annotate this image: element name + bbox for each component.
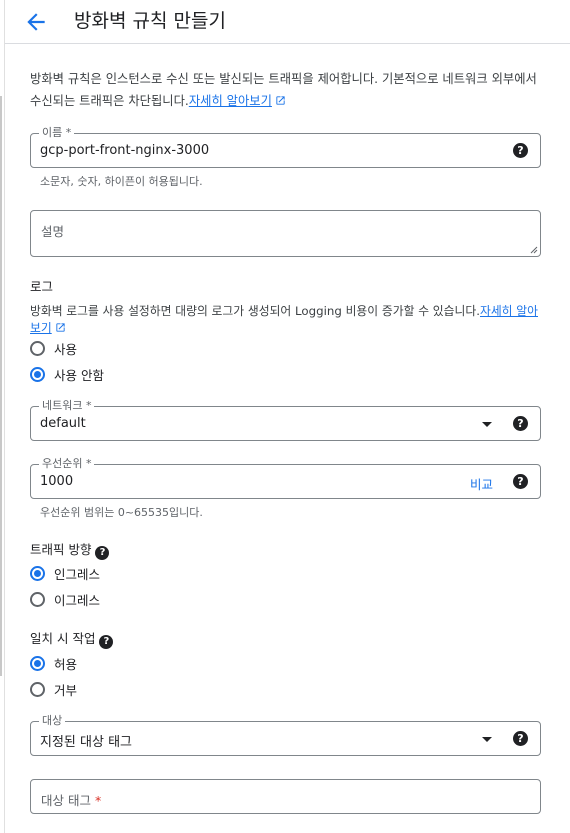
radio-checked-icon[interactable] [30, 366, 45, 382]
help-circle-icon[interactable]: ? [513, 416, 528, 431]
logs-off-radio[interactable]: 사용 안함 [30, 365, 104, 383]
target-select[interactable]: 대상 지정된 대상 태그 ? [30, 714, 541, 756]
name-field[interactable]: 이름 * gcp-port-front-nginx-3000 ? [30, 126, 541, 168]
name-value: gcp-port-front-nginx-3000 [40, 143, 210, 158]
network-label: 네트워크 * [39, 399, 95, 413]
dropdown-arrow-icon[interactable] [482, 737, 492, 742]
target-tags-placeholder-text: 대상 태그 [41, 793, 91, 808]
radio-checked-icon[interactable] [30, 655, 45, 671]
intro-description: 방화벽 규칙은 인스턴스로 수신 또는 발신되는 트래픽을 제어합니다. 기본적… [30, 68, 550, 112]
radio-unchecked-icon[interactable] [30, 340, 45, 356]
learn-more-link[interactable]: 자세히 알아보기 [189, 94, 272, 108]
ingress-label: 인그레스 [54, 566, 101, 582]
target-label: 대상 [39, 714, 66, 728]
page-title: 방화벽 규칙 만들기 [74, 10, 226, 32]
name-hint: 소문자, 숫자, 하이픈이 허용됩니다. [40, 175, 203, 188]
compare-button[interactable]: 비교 [470, 474, 493, 493]
help-circle-icon[interactable]: ? [95, 546, 110, 560]
direction-heading-text: 트래픽 방향 [30, 542, 92, 557]
resize-handle-icon[interactable] [528, 244, 538, 254]
target-tags-placeholder: 대상 태그 * [41, 790, 101, 809]
name-field-label: 이름 * [39, 126, 75, 140]
target-value: 지정된 대상 태그 [40, 735, 132, 750]
egress-radio[interactable]: 이그레스 [30, 590, 100, 608]
action-heading-text: 일치 시 작업 [30, 631, 96, 646]
direction-heading: 트래픽 방향? [30, 539, 110, 560]
priority-label: 우선순위 * [39, 457, 95, 471]
priority-field[interactable]: 우선순위 * 1000 비교 ? [30, 457, 541, 499]
target-tags-field[interactable]: 대상 태그 * [30, 779, 541, 814]
allow-label: 허용 [54, 656, 78, 672]
open-in-new-icon [276, 96, 285, 105]
page-header: 방화벽 규칙 만들기 [5, 0, 570, 44]
arrow-back-icon[interactable] [23, 9, 49, 35]
logs-text: 방화벽 로그를 사용 설정하면 대량의 로그가 생성되어 Logging 비용이… [30, 304, 480, 318]
deny-radio[interactable]: 거부 [30, 680, 77, 698]
egress-label: 이그레스 [54, 592, 101, 608]
scrollbar[interactable] [0, 96, 2, 676]
priority-value: 1000 [40, 474, 74, 489]
left-divider [4, 0, 5, 833]
help-circle-icon[interactable]: ? [513, 474, 528, 489]
ingress-radio[interactable]: 인그레스 [30, 564, 100, 582]
description-field[interactable]: 설명 [30, 210, 541, 257]
action-heading: 일치 시 작업? [30, 628, 114, 649]
help-circle-icon[interactable]: ? [99, 635, 114, 649]
allow-radio[interactable]: 허용 [30, 654, 77, 672]
priority-hint: 우선순위 범위는 0~65535입니다. [40, 506, 203, 519]
dropdown-arrow-icon[interactable] [482, 422, 492, 427]
logs-off-label: 사용 안함 [54, 367, 104, 383]
description-placeholder: 설명 [41, 224, 65, 239]
help-circle-icon[interactable]: ? [513, 143, 528, 158]
logs-on-label: 사용 [54, 341, 78, 357]
network-value: default [40, 416, 86, 431]
deny-label: 거부 [54, 682, 78, 698]
network-select[interactable]: 네트워크 * default ? [30, 399, 541, 441]
logs-on-radio[interactable]: 사용 [30, 339, 77, 357]
radio-checked-icon[interactable] [30, 565, 45, 581]
radio-unchecked-icon[interactable] [30, 591, 45, 607]
radio-unchecked-icon[interactable] [30, 681, 45, 697]
help-circle-icon[interactable]: ? [513, 731, 528, 746]
required-mark: * [94, 793, 102, 808]
logs-heading: 로그 [30, 279, 54, 294]
open-in-new-icon [56, 323, 65, 332]
logs-description: 방화벽 로그를 사용 설정하면 대량의 로그가 생성되어 Logging 비용이… [30, 303, 545, 337]
